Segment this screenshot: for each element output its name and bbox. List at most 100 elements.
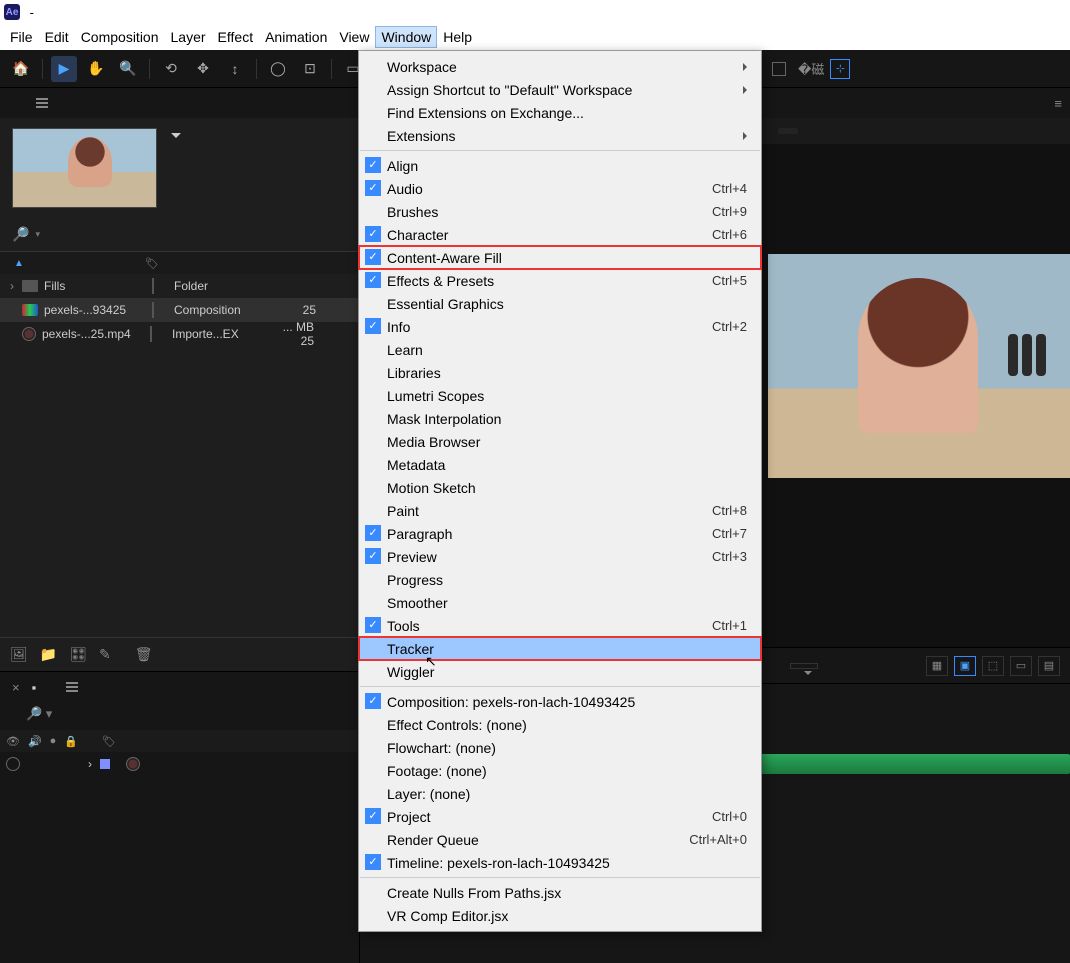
mask-visibility-icon[interactable]: ▣ — [954, 656, 976, 676]
menu-item[interactable]: ToolsCtrl+1 — [359, 614, 761, 637]
menu-item[interactable]: Content-Aware Fill — [359, 246, 761, 269]
layer-tag[interactable] — [100, 759, 110, 769]
item-tag[interactable] — [152, 278, 154, 294]
menu-item[interactable]: Footage: (none) — [359, 759, 761, 782]
menu-item[interactable]: Mask Interpolation — [359, 407, 761, 430]
menu-item[interactable]: Extensions — [359, 124, 761, 147]
project-item[interactable]: pexels-...93425Composition25 — [0, 298, 359, 322]
selection-tool-icon[interactable]: ▶ — [51, 56, 77, 82]
menu-item[interactable]: PreviewCtrl+3 — [359, 545, 761, 568]
new-comp-icon[interactable]: 🎛 — [69, 646, 87, 663]
asset-thumbnail[interactable] — [12, 128, 157, 208]
menu-item[interactable]: Timeline: pexels-ron-lach-10493425 — [359, 851, 761, 874]
menu-item[interactable]: Effect Controls: (none) — [359, 713, 761, 736]
menu-item[interactable]: Assign Shortcut to "Default" Workspace — [359, 78, 761, 101]
resolution-dropdown[interactable] — [790, 663, 818, 669]
panel-menu-icon[interactable]: ≡ — [1054, 96, 1062, 111]
snap-toggle-icon[interactable]: ⊹ — [830, 59, 850, 79]
snapping-checkbox[interactable] — [772, 62, 786, 76]
breadcrumb-chip[interactable] — [778, 128, 798, 134]
menu-view[interactable]: View — [333, 26, 375, 48]
dolly-tool-icon[interactable]: ↕ — [222, 56, 248, 82]
lock-col-icon[interactable]: 🔒 — [64, 735, 78, 748]
menu-animation[interactable]: Animation — [259, 26, 333, 48]
audio-col-icon[interactable]: 🔊 — [28, 735, 42, 748]
col-tag-icon[interactable]: 🏷 — [145, 257, 167, 270]
menu-item[interactable]: ParagraphCtrl+7 — [359, 522, 761, 545]
menu-item[interactable]: VR Comp Editor.jsx — [359, 904, 761, 927]
project-item[interactable]: pexels-...25.mp4Importe...EX... MB 25 — [0, 322, 359, 346]
home-icon[interactable]: 🏠 — [8, 56, 34, 82]
project-search[interactable]: 🔎 ▾ — [0, 218, 359, 252]
search-caret-icon[interactable]: ▾ — [35, 229, 40, 240]
menu-effect[interactable]: Effect — [212, 26, 260, 48]
menu-edit[interactable]: Edit — [39, 26, 75, 48]
menu-item[interactable]: InfoCtrl+2 — [359, 315, 761, 338]
menu-item[interactable]: Learn — [359, 338, 761, 361]
transparency-grid-icon[interactable]: ▦ — [926, 656, 948, 676]
project-settings-icon[interactable]: ✎ — [99, 646, 111, 663]
menu-item[interactable]: Align — [359, 154, 761, 177]
project-item[interactable]: ›FillsFolder — [0, 274, 359, 298]
menu-item[interactable]: Wiggler — [359, 660, 761, 683]
menu-item[interactable]: Smoother — [359, 591, 761, 614]
menu-composition[interactable]: Composition — [75, 26, 165, 48]
orbit-tool-icon[interactable]: ⟲ — [158, 56, 184, 82]
menu-item[interactable]: Workspace — [359, 55, 761, 78]
menu-item[interactable]: Layer: (none) — [359, 782, 761, 805]
interpret-footage-icon[interactable]: 🖼 — [10, 646, 28, 663]
trash-icon[interactable]: 🗑 — [135, 646, 153, 663]
menu-item[interactable]: Effects & PresetsCtrl+5 — [359, 269, 761, 292]
menu-window[interactable]: Window — [375, 26, 437, 48]
anchor-tool-icon[interactable]: ⊡ — [297, 56, 323, 82]
new-folder-icon[interactable]: 📁 — [40, 646, 57, 663]
timeline-search-icon[interactable]: 🔎 ▾ — [26, 706, 52, 722]
rotation-tool-icon[interactable]: ◯ — [265, 56, 291, 82]
zoom-tool-icon[interactable]: 🔍 — [115, 56, 141, 82]
menu-item[interactable]: Composition: pexels-ron-lach-10493425 — [359, 690, 761, 713]
menu-item[interactable]: ProjectCtrl+0 — [359, 805, 761, 828]
menu-item[interactable]: Libraries — [359, 361, 761, 384]
menu-item[interactable]: Progress — [359, 568, 761, 591]
menu-item[interactable]: Metadata — [359, 453, 761, 476]
snapping-magnet-icon[interactable]: �磁 — [798, 59, 824, 78]
window-menu[interactable]: WorkspaceAssign Shortcut to "Default" Wo… — [358, 50, 762, 932]
pan-tool-icon[interactable]: ✥ — [190, 56, 216, 82]
grid-guides-icon[interactable]: ▭ — [1010, 656, 1032, 676]
menu-item[interactable]: Render QueueCtrl+Alt+0 — [359, 828, 761, 851]
layer-visibility-icon[interactable] — [6, 757, 20, 771]
caret-down-icon[interactable] — [171, 133, 181, 143]
menu-bar[interactable]: FileEditCompositionLayerEffectAnimationV… — [0, 24, 1070, 50]
menu-item[interactable]: PaintCtrl+8 — [359, 499, 761, 522]
menu-item[interactable]: Find Extensions on Exchange... — [359, 101, 761, 124]
channel-icon[interactable]: ▤ — [1038, 656, 1060, 676]
menu-item[interactable]: AudioCtrl+4 — [359, 177, 761, 200]
solo-col-icon[interactable]: ● — [50, 735, 57, 747]
timeline-menu-icon[interactable] — [66, 682, 78, 692]
layer-row[interactable]: › — [0, 752, 359, 776]
menu-item[interactable]: Media Browser — [359, 430, 761, 453]
menu-item[interactable]: Essential Graphics — [359, 292, 761, 315]
menu-file[interactable]: File — [4, 26, 39, 48]
tag-col-icon[interactable]: 🏷 — [102, 735, 116, 748]
close-tab-icon[interactable]: × — [12, 680, 20, 695]
menu-item[interactable]: Create Nulls From Paths.jsx — [359, 881, 761, 904]
menu-item[interactable]: Tracker — [359, 637, 761, 660]
region-of-interest-icon[interactable]: ⬚ — [982, 656, 1004, 676]
hand-tool-icon[interactable]: ✋ — [83, 56, 109, 82]
menu-item[interactable]: Lumetri Scopes — [359, 384, 761, 407]
menu-item[interactable]: Motion Sketch — [359, 476, 761, 499]
item-tag[interactable] — [150, 326, 152, 342]
menu-layer[interactable]: Layer — [165, 26, 212, 48]
menu-help[interactable]: Help — [437, 26, 478, 48]
menu-item[interactable]: BrushesCtrl+9 — [359, 200, 761, 223]
panel-menu-icon[interactable] — [36, 98, 48, 108]
menu-item-label: Extensions — [387, 128, 455, 144]
menu-item[interactable]: CharacterCtrl+6 — [359, 223, 761, 246]
search-input[interactable] — [46, 227, 347, 242]
eye-col-icon[interactable]: 👁 — [6, 735, 20, 748]
item-tag[interactable] — [152, 302, 154, 318]
layer-expand-icon[interactable]: › — [88, 757, 92, 771]
expand-icon[interactable]: › — [10, 279, 22, 293]
menu-item[interactable]: Flowchart: (none) — [359, 736, 761, 759]
